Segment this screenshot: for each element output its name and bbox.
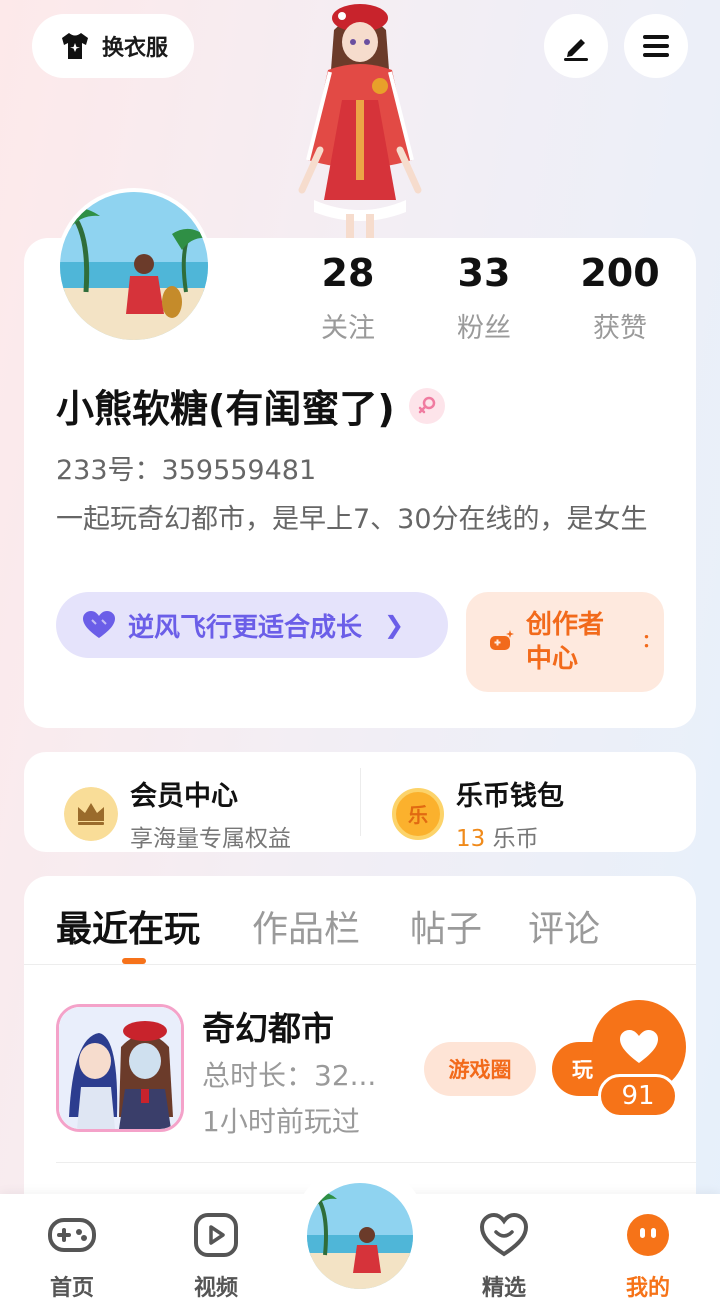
nickname-row: 小熊软糖(有闺蜜了) — [56, 378, 445, 433]
nav-video[interactable]: 视频 — [171, 1212, 261, 1302]
likes-label: 获赞 — [593, 313, 647, 344]
wallet-title: 乐币钱包 — [456, 781, 564, 812]
female-icon — [408, 387, 445, 424]
tabs-divider — [24, 964, 696, 965]
center-avatar-image — [307, 1183, 413, 1289]
growth-label: 逆风飞行更适合成长 — [128, 612, 363, 643]
gamepad-icon — [48, 1218, 96, 1252]
edit-button[interactable] — [544, 14, 608, 78]
edit-icon — [564, 39, 588, 61]
video-icon — [194, 1213, 238, 1257]
game-circle-button[interactable]: 游戏圈 — [424, 1042, 536, 1096]
chevron-right-icon: ❯ — [384, 611, 405, 639]
member-wallet-divider — [360, 768, 361, 836]
wallet-amount: 13 — [456, 826, 486, 852]
member-center-subtitle: 享海量专属权益 — [130, 826, 291, 852]
creator-center-label: 创作者中心 — [526, 610, 605, 674]
menu-icon — [643, 35, 669, 57]
stat-following[interactable]: 28 关注 — [278, 250, 418, 345]
followers-count: 33 — [457, 251, 511, 295]
tab-comments[interactable]: 评论 — [528, 900, 600, 952]
nav-mine-label: 我的 — [625, 1276, 670, 1301]
coin-icon-char: 乐 — [408, 803, 428, 827]
game-title[interactable]: 奇幻都市 — [202, 1002, 334, 1050]
following-label: 关注 — [321, 313, 375, 344]
user-id: 233号：359559481 — [56, 455, 317, 486]
stat-likes[interactable]: 200 获赞 — [550, 250, 690, 345]
nav-video-label: 视频 — [193, 1276, 238, 1301]
game-icon-image — [59, 1007, 181, 1129]
user-avatar[interactable] — [56, 188, 212, 344]
nav-mine[interactable]: 我的 — [603, 1212, 693, 1302]
user-bio: 一起玩奇幻都市，是早上7、30分在线的，是女生 — [56, 504, 648, 535]
avatar-image — [60, 192, 208, 340]
game-last-played: 1小时前玩过 — [202, 1105, 360, 1138]
gamepad-sparkle-icon — [490, 630, 514, 650]
avatar-character[interactable] — [272, 0, 448, 240]
like-count-badge: 91 — [598, 1074, 678, 1118]
creator-center-button[interactable]: 创作者中心 ： — [466, 592, 664, 692]
crown-icon — [64, 786, 118, 841]
likes-count: 200 — [580, 251, 660, 295]
change-outfit-label: 换衣服 — [101, 36, 168, 61]
member-center-entry[interactable]: 会员中心 享海量专属权益 — [64, 774, 291, 853]
list-divider — [56, 1162, 696, 1163]
heart-badge-icon — [479, 1212, 529, 1257]
wallet-balance: 13 乐币 — [456, 819, 564, 853]
smile-face-icon — [627, 1214, 669, 1256]
nav-home-label: 首页 — [49, 1276, 94, 1301]
change-outfit-button[interactable]: 换衣服 — [32, 14, 194, 78]
nickname: 小熊软糖(有闺蜜了) — [56, 387, 395, 431]
nav-home[interactable]: 首页 — [27, 1212, 117, 1302]
game-duration: 总时长：32... — [202, 1059, 377, 1092]
following-count: 28 — [321, 251, 375, 295]
member-center-title: 会员中心 — [130, 781, 238, 812]
wallet-entry[interactable]: 乐 乐币钱包 13 乐币 — [392, 774, 564, 853]
tshirt-icon — [61, 33, 88, 59]
creator-extra: ： — [642, 631, 660, 652]
growth-banner-button[interactable]: 逆风飞行更适合成长 ❯ — [56, 592, 448, 658]
menu-button[interactable] — [624, 14, 688, 78]
heart-icon — [620, 1030, 658, 1063]
tab-posts[interactable]: 帖子 — [410, 900, 482, 952]
purple-heart-icon — [83, 611, 115, 638]
tab-works[interactable]: 作品栏 — [252, 900, 360, 952]
nav-featured-label: 精选 — [481, 1276, 526, 1301]
followers-label: 粉丝 — [457, 313, 511, 344]
nav-featured[interactable]: 精选 — [459, 1212, 549, 1302]
tab-recent-play[interactable]: 最近在玩 — [56, 900, 200, 952]
nav-center-avatar[interactable] — [304, 1180, 416, 1292]
stat-followers[interactable]: 33 粉丝 — [414, 250, 554, 345]
coin-icon: 乐 — [392, 787, 444, 840]
wallet-unit: 乐币 — [492, 826, 539, 852]
game-icon[interactable] — [56, 1004, 184, 1132]
